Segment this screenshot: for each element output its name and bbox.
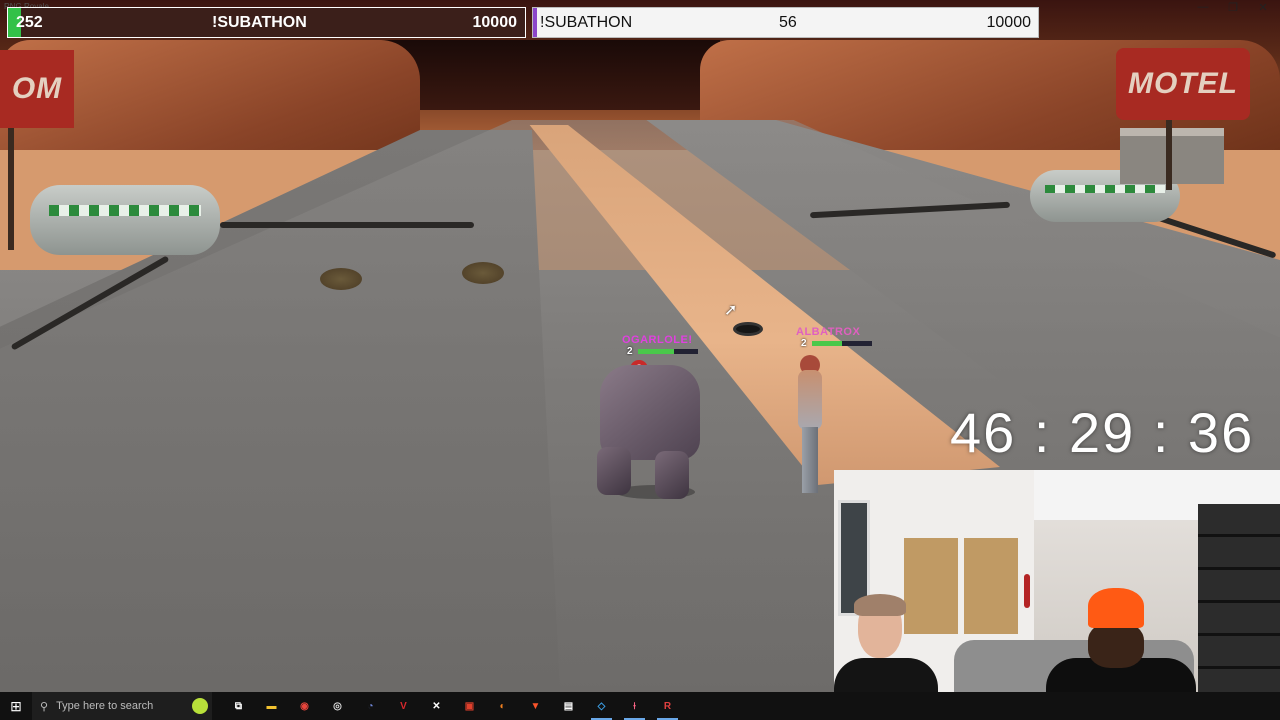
game-launcher-icon[interactable]: ⟊ (618, 692, 651, 720)
tumbleweed (320, 268, 362, 290)
player-name: OGARLOLE! (622, 334, 693, 346)
subathon-bar-primary: 252 !SUBATHON 10000 (7, 7, 526, 38)
windows-taskbar: ⊞ ⚲ Type here to search ⧉ ▬ ◉ ◎ ◔ V ✕ ▣ ◐ ▼ ▤ ◇ ⟊ R (0, 692, 1280, 720)
task-view-icon[interactable]: ⧉ (222, 692, 255, 720)
player-health-bar (638, 349, 698, 354)
chrome-icon[interactable]: ◉ (288, 692, 321, 720)
webcam-overlay (834, 470, 1280, 692)
voice-mod-icon[interactable]: V (387, 692, 420, 720)
minimize-icon[interactable]: — (1188, 0, 1218, 14)
close-icon[interactable]: ✕ (1248, 0, 1278, 14)
red-square-app-icon[interactable]: ▣ (453, 692, 486, 720)
blender-icon[interactable]: ◐ (486, 692, 519, 720)
subathon-timer: 46 : 29 : 36 (950, 401, 1255, 464)
player-health-fill (812, 341, 842, 346)
player-level: 2 (801, 338, 807, 349)
file-explorer-icon[interactable]: ▬ (255, 692, 288, 720)
sword-app-icon[interactable]: ✕ (420, 692, 453, 720)
rng-royale-icon[interactable]: R (651, 692, 684, 720)
sign-post (8, 120, 14, 250)
bar-current-value: 56 (779, 13, 797, 31)
brave-icon[interactable]: ▼ (519, 692, 552, 720)
restore-icon[interactable]: ❐ (1218, 0, 1248, 14)
sign-post (1166, 120, 1172, 190)
bar-command: !SUBATHON (212, 13, 307, 31)
mouse-cursor-icon: ➚ (724, 302, 738, 319)
knight-character[interactable] (790, 355, 830, 495)
airstream-trailer (30, 185, 220, 255)
orange-beanie (1088, 588, 1144, 628)
golem-character[interactable] (585, 355, 715, 500)
bar-current-value: 252 (16, 13, 43, 31)
search-icon: ⚲ (40, 700, 49, 713)
guard-rail (220, 222, 474, 228)
start-button[interactable]: ⊞ (0, 692, 32, 720)
player-name: ALBATROX (796, 326, 861, 338)
sky (380, 40, 720, 110)
discord-icon[interactable]: ◔ (354, 692, 387, 720)
bar-command: !SUBATHON (540, 13, 633, 31)
search-placeholder: Type here to search (56, 700, 154, 712)
player-health-fill (638, 349, 674, 354)
tire-pickup[interactable] (733, 322, 763, 336)
bar-goal-value: 10000 (986, 13, 1032, 31)
fire-extinguisher (1024, 574, 1030, 608)
motel-sign: MOTEL (1116, 48, 1250, 120)
streamlabs-icon[interactable]: ▤ (552, 692, 585, 720)
obs-icon[interactable]: ◎ (321, 692, 354, 720)
pinned-apps: ⧉ ▬ ◉ ◎ ◔ V ✕ ▣ ◐ ▼ ▤ ◇ ⟊ R (222, 692, 684, 720)
bar-goal-value: 10000 (472, 13, 518, 31)
taskbar-search[interactable]: ⚲ Type here to search (32, 692, 212, 720)
sign-left: OM (0, 50, 74, 128)
garage-door (1198, 504, 1280, 692)
streamer-2 (1088, 622, 1144, 668)
subathon-bar-secondary: !SUBATHON 56 10000 (532, 7, 1039, 38)
tennis-ball-icon (192, 698, 208, 714)
vscode-icon[interactable]: ◇ (585, 692, 618, 720)
motel-building (1120, 128, 1224, 184)
tumbleweed (462, 262, 504, 284)
player-health-bar (812, 341, 872, 346)
progress-fill (533, 8, 538, 37)
